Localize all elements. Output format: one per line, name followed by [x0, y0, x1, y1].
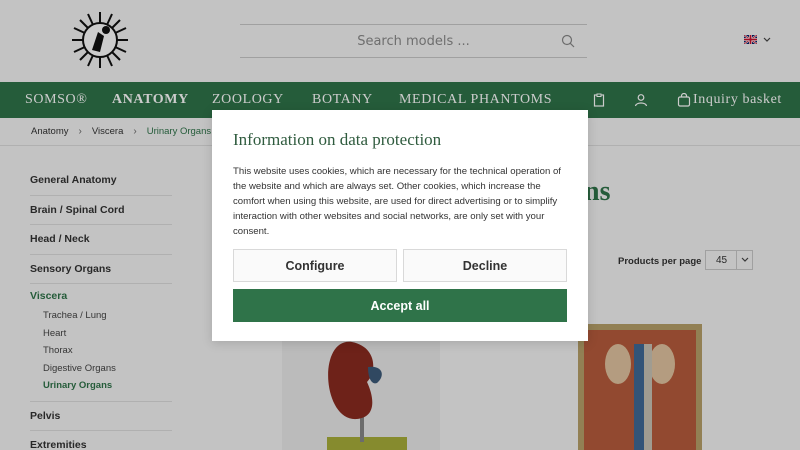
cookie-consent-dialog: Information on data protection This webs…	[212, 110, 588, 341]
dialog-text: This website uses cookies, which are nec…	[233, 166, 561, 237]
configure-button[interactable]: Configure	[233, 249, 397, 282]
accept-all-button[interactable]: Accept all	[233, 289, 567, 322]
decline-button[interactable]: Decline	[403, 249, 567, 282]
dialog-title: Information on data protection	[233, 130, 442, 149]
